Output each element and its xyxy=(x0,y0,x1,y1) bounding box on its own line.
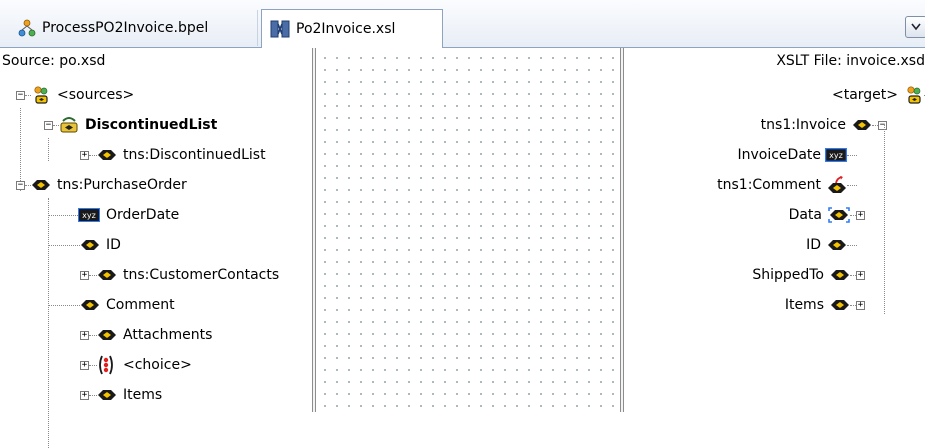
editor-tab-bar: ProcessPO2Invoice.bpel Po2Invoice.xsl xyxy=(0,0,925,48)
tree-node-target[interactable]: <target> − xyxy=(832,82,925,108)
element-icon xyxy=(828,207,850,223)
tab-label: ProcessPO2Invoice.bpel xyxy=(42,20,209,36)
tree-node-tns-customercontacts[interactable]: + tns:CustomerContacts xyxy=(80,262,312,288)
variable-icon xyxy=(59,115,79,135)
element-icon xyxy=(830,269,850,281)
svg-text:xyz: xyz xyxy=(82,211,96,220)
date-type-icon: xyz xyxy=(78,208,100,222)
element-icon xyxy=(97,269,117,281)
left-splitter[interactable] xyxy=(312,48,316,412)
node-label: tns1:Comment xyxy=(717,177,821,193)
tree-node-tns-purchaseorder[interactable]: − tns:PurchaseOrder xyxy=(16,172,187,198)
tab-label: Po2Invoice.xsl xyxy=(296,21,396,37)
node-label: tns:DiscontinuedList xyxy=(123,147,266,163)
node-label: tns:PurchaseOrder xyxy=(57,177,187,193)
source-pane-header: Source: po.xsd xyxy=(2,53,106,69)
expand-toggle[interactable]: + xyxy=(856,270,865,280)
element-icon xyxy=(97,329,117,341)
tree-node-items[interactable]: + Items xyxy=(80,382,162,408)
element-icon xyxy=(97,389,117,401)
bpel-process-icon xyxy=(18,19,36,37)
collapse-toggle[interactable]: − xyxy=(878,120,887,130)
node-label: Comment xyxy=(106,297,175,313)
expand-toggle[interactable]: + xyxy=(80,330,89,340)
tab-po2invoice-xsl[interactable]: Po2Invoice.xsl xyxy=(261,9,443,48)
source-schema-pane: Source: po.xsd − <sources> − Discontinue… xyxy=(0,48,312,448)
collapse-toggle[interactable]: − xyxy=(16,90,25,100)
node-label: tns1:Invoice xyxy=(760,117,846,133)
node-label: InvoiceDate xyxy=(737,147,821,163)
expand-toggle[interactable]: + xyxy=(856,300,865,310)
node-label: <sources> xyxy=(57,87,135,103)
tree-node-tns1-comment[interactable]: tns1:Comment xyxy=(717,172,857,198)
expand-toggle[interactable]: + xyxy=(856,210,865,220)
node-label: Data xyxy=(788,207,822,223)
tree-node-id[interactable]: ID xyxy=(48,232,121,258)
collapse-toggle[interactable]: − xyxy=(16,180,25,190)
node-label: Items xyxy=(123,387,163,403)
svg-text:xyz: xyz xyxy=(829,151,843,160)
expand-toggle[interactable]: + xyxy=(80,390,89,400)
target-icon xyxy=(904,85,924,105)
tab-process-bpel[interactable]: ProcessPO2Invoice.bpel xyxy=(10,10,258,46)
sources-icon xyxy=(31,85,51,105)
node-label: ID xyxy=(806,237,821,253)
tree-node-data[interactable]: Data + xyxy=(789,202,865,228)
tree-node-invoicedate[interactable]: InvoiceDate xyz xyxy=(737,142,857,168)
node-label: OrderDate xyxy=(106,207,180,223)
expand-toggle[interactable]: + xyxy=(80,150,89,160)
tree-node-shippedto[interactable]: ShippedTo + xyxy=(752,262,865,288)
tree-node-orderdate[interactable]: xyz OrderDate xyxy=(48,202,179,228)
element-icon xyxy=(80,299,100,311)
tree-node-sources[interactable]: − <sources> xyxy=(16,82,134,108)
collapse-toggle[interactable]: − xyxy=(44,120,53,130)
tree-node-attachments[interactable]: + Attachments xyxy=(80,322,212,348)
dropdown-chevron-icon[interactable] xyxy=(905,16,925,38)
node-label: ID xyxy=(106,237,121,253)
element-icon xyxy=(80,239,100,251)
tree-guide xyxy=(884,124,885,314)
mapping-canvas[interactable] xyxy=(317,48,620,412)
tree-node-tns-discontinuedlist[interactable]: + tns:DiscontinuedList xyxy=(80,142,266,168)
date-type-icon: xyz xyxy=(825,148,847,162)
node-label: <choice> xyxy=(123,357,192,373)
node-label: Attachments xyxy=(123,327,213,343)
target-pane-header: XSLT File: invoice.xsd xyxy=(776,53,925,69)
tree-node-target-id[interactable]: ID xyxy=(806,232,857,258)
node-label: tns:CustomerContacts xyxy=(123,267,280,283)
xsl-map-icon xyxy=(270,19,290,39)
tree-node-choice[interactable]: + <choice> xyxy=(80,352,192,378)
node-label: DiscontinuedList xyxy=(85,117,218,133)
tree-node-target-items[interactable]: Items + xyxy=(785,292,865,318)
tree-node-comment[interactable]: Comment xyxy=(48,292,175,318)
mapped-element-icon xyxy=(827,176,847,194)
right-splitter[interactable] xyxy=(620,48,624,412)
expand-toggle[interactable]: + xyxy=(80,360,89,370)
target-schema-pane: XSLT File: invoice.xsd <target> − tns1:I… xyxy=(625,48,925,412)
tree-guide xyxy=(48,138,49,161)
node-label: ShippedTo xyxy=(752,267,824,283)
element-icon xyxy=(830,299,850,311)
element-icon xyxy=(852,119,872,131)
element-icon xyxy=(31,179,51,191)
element-icon xyxy=(97,149,117,161)
element-icon xyxy=(827,239,847,251)
node-label: <target> xyxy=(831,87,898,103)
node-label: Items xyxy=(784,297,824,313)
tree-node-tns1-invoice[interactable]: tns1:Invoice − xyxy=(761,112,887,138)
tree-node-discontinuedlist[interactable]: − DiscontinuedList xyxy=(44,112,217,138)
choice-icon xyxy=(97,355,115,375)
expand-toggle[interactable]: + xyxy=(80,270,89,280)
